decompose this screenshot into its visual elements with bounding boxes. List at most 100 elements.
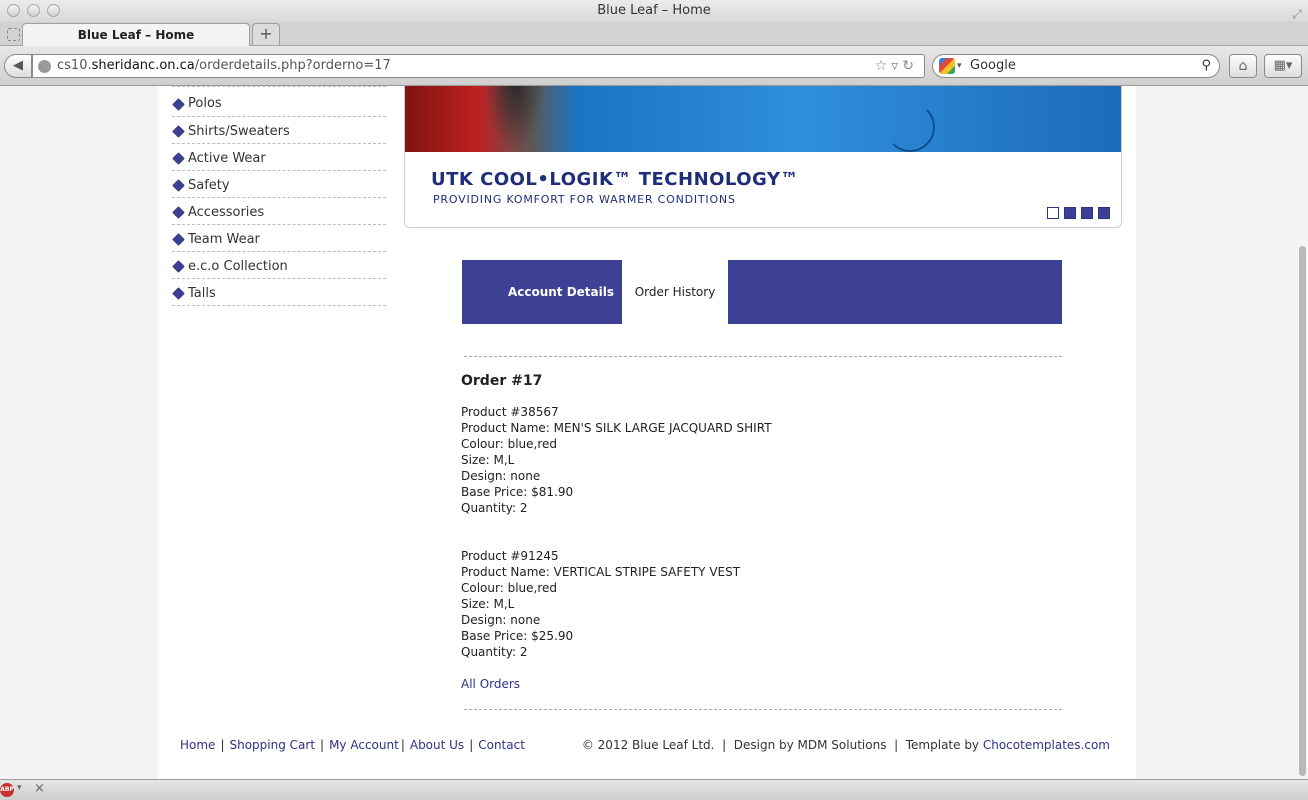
tag-icon (172, 233, 185, 246)
category-item-safety[interactable]: Safety (172, 171, 386, 198)
tag-icon (172, 125, 185, 138)
category-item-eco-collection[interactable]: e.c.o Collection (172, 252, 386, 279)
category-item-team-wear[interactable]: Team Wear (172, 225, 386, 252)
category-link[interactable]: Shirts/Sweaters (188, 124, 290, 139)
all-orders-link[interactable]: All Orders (461, 677, 520, 691)
window-titlebar: Blue Leaf – Home ⤢ (0, 0, 1308, 22)
category-link[interactable]: e.c.o Collection (188, 259, 288, 274)
banner-headline: UTK COOL•LOGIK™ TECHNOLOGY™ (431, 169, 799, 190)
slider-dot-1[interactable] (1047, 207, 1059, 219)
tag-icon (172, 260, 185, 273)
page-container: Polos Shirts/Sweaters Active Wear Safety… (158, 86, 1136, 779)
tag-icon (172, 152, 185, 165)
category-link[interactable]: Polos (188, 96, 222, 111)
product-size: Size: M,L (461, 597, 515, 611)
tag-icon (172, 179, 185, 192)
category-link[interactable]: Team Wear (188, 232, 260, 247)
copyright-text: © 2012 Blue Leaf Ltd. | Design by MDM So… (581, 738, 983, 752)
footer-link-contact[interactable]: Contact (478, 738, 525, 752)
slider-pager (1047, 207, 1110, 219)
banner-shirt-detail (485, 86, 545, 152)
product-name: Product Name: VERTICAL STRIPE SAFETY VES… (461, 565, 741, 579)
footer-link-my-account[interactable]: My Account (329, 738, 399, 752)
new-tab-button[interactable]: + (252, 23, 280, 45)
search-engine-dropdown-icon[interactable]: ▾ (957, 55, 962, 77)
separator: | (220, 738, 225, 752)
footer-nav: Home | Shopping Cart | My Account | About Us | C… (180, 738, 525, 752)
google-icon[interactable] (939, 58, 955, 74)
footer-link-about-us[interactable]: About Us (410, 738, 464, 752)
puzzle-icon: ▦▾ (1273, 58, 1293, 73)
category-link[interactable]: Active Wear (188, 151, 266, 166)
close-window-button[interactable] (7, 4, 20, 17)
address-bar[interactable]: cs10.sheridanc.on.ca/orderdetails.php?or… (32, 54, 925, 78)
search-icon[interactable]: ⚲ (1201, 55, 1211, 77)
url-prefix: cs10. (57, 58, 92, 73)
tab-title: Blue Leaf – Home (77, 28, 195, 42)
url-domain: sheridanc.on.ca (91, 58, 195, 73)
banner-zipper-detail (885, 102, 935, 152)
product-size: Size: M,L (461, 453, 515, 467)
footer-link-shopping-cart[interactable]: Shopping Cart (229, 738, 315, 752)
vertical-scrollbar[interactable] (1298, 86, 1308, 779)
reload-icon[interactable]: ↻ (902, 58, 918, 74)
close-icon[interactable]: × (34, 781, 45, 796)
separator: | (320, 738, 325, 752)
category-item-talls[interactable]: Talls (172, 279, 386, 306)
tab-account-details[interactable]: Account Details (462, 260, 622, 324)
separator: | (400, 738, 405, 752)
tab-bar: Blue Leaf – Home + (0, 22, 1308, 46)
product-number: Product #38567 (461, 405, 559, 419)
back-button[interactable]: ◀ (4, 54, 32, 78)
product-colour: Colour: blue,red (461, 581, 558, 595)
category-link[interactable]: Accessories (188, 205, 264, 220)
zoom-window-button[interactable] (47, 4, 60, 17)
minimize-window-button[interactable] (27, 4, 40, 17)
tag-icon (172, 98, 185, 111)
category-item-active-wear[interactable]: Active Wear (172, 144, 386, 171)
status-bar: ABP ▾ × (0, 779, 1308, 800)
adblock-dropdown-icon[interactable]: ▾ (17, 783, 22, 793)
banner-subline: PROVIDING KOMFORT FOR WARMER CONDITIONS (433, 193, 736, 206)
search-bar[interactable]: ▾ Google ⚲ (932, 54, 1220, 78)
slider-dot-2[interactable] (1064, 207, 1076, 219)
banner-photo (405, 86, 1121, 152)
tab-blue-leaf-home[interactable]: Blue Leaf – Home (22, 23, 250, 46)
extensions-button[interactable]: ▦▾ (1264, 54, 1302, 78)
window-title: Blue Leaf – Home (597, 3, 711, 18)
product-design: Design: none (461, 469, 541, 483)
footer-link-home[interactable]: Home (180, 738, 215, 752)
tag-icon (172, 287, 185, 300)
tab-overview-icon[interactable] (7, 28, 20, 41)
bookmark-star-icon[interactable]: ☆ (875, 58, 892, 74)
product-colour: Colour: blue,red (461, 437, 558, 451)
product-price: Base Price: $25.90 (461, 629, 574, 643)
scrollbar-thumb[interactable] (1299, 246, 1306, 776)
category-link[interactable]: Safety (188, 178, 230, 193)
tab-order-history[interactable]: Order History (622, 260, 728, 324)
separator: | (469, 738, 474, 752)
order-product: Product #91245 Product Name: VERTICAL ST… (461, 548, 1061, 660)
adblock-icon[interactable]: ABP (0, 783, 14, 797)
url-text: cs10.sheridanc.on.ca/orderdetails.php?or… (57, 55, 391, 77)
category-link[interactable]: Talls (188, 286, 216, 301)
category-item-polos[interactable]: Polos (172, 86, 386, 117)
slider-dot-3[interactable] (1081, 207, 1093, 219)
url-path: /orderdetails.php?orderno=17 (194, 58, 391, 73)
product-price: Base Price: $81.90 (461, 485, 574, 499)
window-controls[interactable] (7, 4, 60, 17)
history-dropdown-icon[interactable]: ▿ (891, 58, 902, 74)
order-details: Order #17 Product #38567 Product Name: M… (461, 372, 1061, 660)
home-button[interactable]: ⌂ (1229, 54, 1257, 78)
divider-bottom (464, 709, 1062, 710)
product-quantity: Quantity: 2 (461, 501, 528, 515)
category-item-shirts-sweaters[interactable]: Shirts/Sweaters (172, 117, 386, 144)
home-icon: ⌂ (1238, 58, 1248, 74)
promo-banner[interactable]: UTK COOL•LOGIK™ TECHNOLOGY™ PROVIDING KO… (404, 86, 1122, 228)
template-credit-link[interactable]: Chocotemplates.com (983, 738, 1110, 752)
slider-dot-4[interactable] (1098, 207, 1110, 219)
back-arrow-icon: ◀ (13, 58, 23, 73)
category-item-accessories[interactable]: Accessories (172, 198, 386, 225)
address-bar-icons: ☆▿↻ (875, 55, 918, 77)
category-nav: Polos Shirts/Sweaters Active Wear Safety… (172, 86, 386, 306)
